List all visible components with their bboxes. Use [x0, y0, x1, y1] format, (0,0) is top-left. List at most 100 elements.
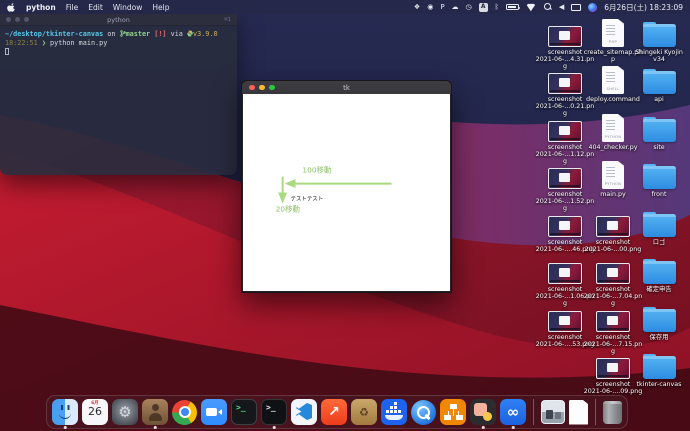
dock-item-vscode-app[interactable] — [291, 399, 317, 425]
screenshot-icon[interactable] — [596, 216, 630, 237]
menu-item-help[interactable]: Help — [152, 3, 169, 12]
dock-item-chrome-app[interactable] — [172, 399, 197, 425]
dock-item-zoom-app[interactable] — [201, 399, 227, 425]
chart-app-icon[interactable] — [321, 399, 347, 425]
app-status-icon-2[interactable]: ◉ — [427, 3, 433, 11]
desktop-item-label: tkinter-canvas — [636, 381, 682, 388]
desktop-item--[interactable]: ロゴ — [628, 207, 690, 246]
terminal-content[interactable]: ~/desktop/tkinter-canvas on master [!] v… — [0, 26, 237, 61]
screenshot-icon[interactable] — [548, 311, 582, 332]
spotlight-icon[interactable] — [543, 2, 552, 12]
terminal-app-icon[interactable] — [231, 399, 257, 425]
icloud-status-icon[interactable]: ☁ — [452, 3, 459, 11]
dock-item-docker-app[interactable] — [381, 399, 407, 425]
desktop-item-front[interactable]: front — [628, 159, 690, 198]
system-preferences-app-icon[interactable] — [112, 399, 138, 425]
desktop-item-label: 保存用 — [649, 334, 669, 341]
app-status-icon-p[interactable]: P — [440, 3, 444, 11]
zoom-app-icon[interactable] — [201, 399, 227, 425]
file-icon[interactable]: PYTHON — [602, 161, 624, 189]
screenshot-tool-app-icon[interactable] — [470, 399, 496, 425]
dock-item-quicktime-app[interactable] — [411, 399, 436, 425]
tk-canvas[interactable]: 100移動 テストテスト 20移動 — [243, 94, 450, 291]
menu-bar-clock[interactable]: 6月26日(土) 18:23:09 — [604, 2, 683, 13]
finder-app-icon[interactable] — [52, 399, 78, 425]
appcleaner-app-icon[interactable] — [351, 399, 377, 425]
dock-item-screenshot-tool-app[interactable] — [470, 399, 496, 429]
calendar-app-icon[interactable]: 6月 26 — [82, 399, 108, 425]
desktop-item-site[interactable]: site — [628, 112, 690, 151]
terminal-window[interactable]: python ⌘1 ~/desktop/tkinter-canvas on ma… — [0, 14, 237, 175]
dock-item-contacts-app[interactable] — [142, 399, 168, 429]
terminal-titlebar[interactable]: python ⌘1 — [0, 14, 237, 26]
dock-item-infinity-app[interactable] — [500, 399, 526, 429]
screenshot-icon[interactable] — [548, 168, 582, 189]
folder-icon[interactable] — [642, 306, 676, 332]
folder-icon[interactable] — [642, 258, 676, 284]
folder-icon[interactable] — [642, 116, 676, 142]
dock-item-iterm-app[interactable] — [261, 399, 287, 429]
quicktime-app-icon[interactable] — [411, 399, 436, 425]
dock-item-finder-app[interactable] — [52, 399, 78, 429]
active-app-menu[interactable]: python — [26, 3, 56, 12]
diagrams-app-icon[interactable] — [440, 399, 466, 425]
tk-window[interactable]: tk 100移動 テストテスト 20移動 — [241, 80, 452, 293]
folder-icon[interactable] — [642, 211, 676, 237]
folder-icon[interactable] — [642, 353, 676, 379]
file-icon[interactable]: PYTHON — [602, 114, 624, 142]
minimized-window-thumbnail-icon[interactable] — [541, 400, 565, 424]
screenshot-icon[interactable] — [548, 73, 582, 94]
volume-icon[interactable]: ◀ — [559, 3, 564, 11]
dock-item-trash[interactable] — [603, 400, 622, 424]
desktop-item--[interactable]: 確定申告 — [628, 254, 690, 293]
dock-item-appcleaner-app[interactable] — [351, 399, 377, 425]
file-icon[interactable]: SHELL — [602, 66, 624, 94]
screenshot-icon[interactable] — [596, 311, 630, 332]
screenshot-icon[interactable] — [548, 26, 582, 47]
document-file-icon[interactable] — [569, 399, 588, 425]
screenshot-icon[interactable] — [596, 263, 630, 284]
desktop-item-shingeki-kyojinv34[interactable]: Shingeki Kyojin v34 — [628, 17, 690, 63]
menu-item-file[interactable]: File — [66, 3, 79, 12]
tk-titlebar[interactable]: tk — [242, 81, 451, 94]
wifi-icon[interactable] — [526, 3, 536, 11]
dock-item-chart-app[interactable] — [321, 399, 347, 425]
menu-item-window[interactable]: Window — [113, 3, 143, 12]
desktop-item--[interactable]: 保存用 — [628, 302, 690, 341]
apple-menu-icon[interactable] — [7, 2, 16, 12]
bluetooth-icon[interactable]: ᛒ — [495, 3, 499, 11]
screenshot-icon[interactable] — [548, 263, 582, 284]
app-status-icon-1[interactable]: ❖ — [414, 3, 420, 11]
dock-item-diagrams-app[interactable] — [440, 399, 466, 425]
dock-item-calendar-app[interactable]: 6月 26 — [82, 399, 108, 425]
dock-item-system-preferences-app[interactable] — [112, 399, 138, 425]
trash-icon[interactable] — [603, 400, 622, 424]
menu-item-edit[interactable]: Edit — [88, 3, 103, 12]
dock-item-document-file[interactable] — [569, 399, 588, 425]
screenshot-icon[interactable] — [548, 121, 582, 142]
iterm-app-icon[interactable] — [261, 399, 287, 425]
screenshot-icon[interactable] — [548, 216, 582, 237]
screenshot-icon[interactable] — [596, 358, 630, 379]
siri-icon[interactable] — [588, 2, 598, 12]
running-indicator-dot — [481, 426, 485, 429]
canvas-left-arrowhead — [284, 179, 296, 189]
dock-item-minimized-window-thumbnail[interactable] — [541, 400, 565, 424]
clock-app-status-icon[interactable]: ◷ — [466, 3, 472, 11]
input-source-icon[interactable]: A — [478, 2, 488, 12]
dock-item-terminal-app[interactable] — [231, 399, 257, 425]
folder-icon[interactable] — [642, 68, 676, 94]
desktop-item-label: Shingeki Kyojin v34 — [635, 49, 683, 63]
desktop-item-api[interactable]: api — [628, 64, 690, 103]
display-icon[interactable] — [571, 3, 582, 11]
folder-icon[interactable] — [642, 21, 676, 47]
folder-icon[interactable] — [642, 163, 676, 189]
docker-app-icon[interactable] — [381, 399, 407, 425]
desktop-item-tkinter-canvas[interactable]: tkinter-canvas — [628, 349, 690, 388]
vscode-app-icon[interactable] — [291, 399, 317, 425]
infinity-app-icon[interactable] — [500, 399, 526, 425]
file-icon[interactable]: PHP — [602, 19, 624, 47]
chrome-app-icon[interactable] — [172, 399, 197, 425]
contacts-app-icon[interactable] — [142, 399, 168, 425]
battery-icon[interactable] — [505, 4, 521, 10]
